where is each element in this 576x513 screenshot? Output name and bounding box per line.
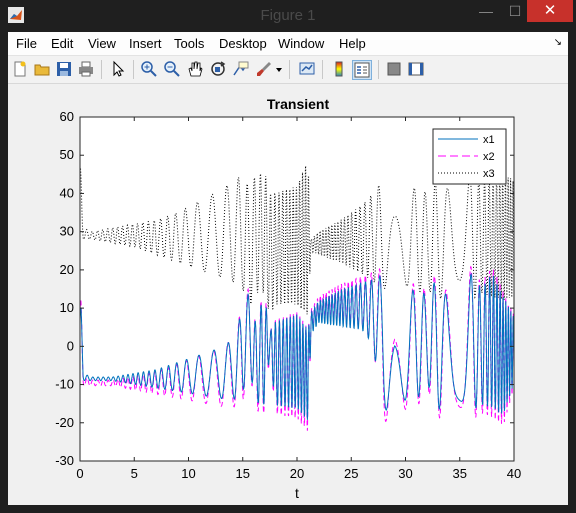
x-axis-label: t [295,485,299,501]
colorbar-icon[interactable] [330,60,348,78]
y-tick-label: 20 [60,262,74,277]
data-cursor-icon[interactable] [232,60,250,78]
y-tick-label: 40 [60,185,74,200]
open-file-icon[interactable] [33,60,51,78]
menu-tools[interactable]: Tools [174,36,204,51]
minimize-button[interactable]: — [472,0,500,22]
save-icon[interactable] [55,60,73,78]
legend-icon[interactable] [352,60,372,80]
legend-label-x1: x1 [483,134,495,146]
maximize-button[interactable]: ☐ [501,0,529,22]
y-tick-label: 0 [67,338,74,353]
x-tick-label: 5 [131,466,138,481]
legend-label-x2: x2 [483,151,495,163]
menu-insert[interactable]: Insert [129,36,162,51]
y-tick-label: 30 [60,224,74,239]
x-tick-label: 15 [236,466,250,481]
x-tick-label: 35 [453,466,467,481]
hide-plot-tools-icon[interactable] [385,60,403,78]
title-bar[interactable]: Figure 1 — ☐ ✕ [0,0,576,30]
zoom-in-icon[interactable] [140,60,158,78]
pan-icon[interactable] [186,60,204,78]
menu-bar: File Edit View Insert Tools Desktop Wind… [8,32,568,56]
y-tick-label: -20 [55,415,74,430]
toolbar-separator [133,60,134,79]
show-plot-tools-icon[interactable] [407,60,425,78]
menu-view[interactable]: View [88,36,116,51]
y-tick-label: -30 [55,453,74,468]
toolbar-separator [101,60,102,79]
y-tick-label: 50 [60,147,74,162]
x-tick-label: 40 [507,466,521,481]
toolbar-separator [378,60,379,79]
toolbar-separator [322,60,323,79]
new-figure-icon[interactable] [11,60,29,78]
chart-title: Transient [267,96,330,112]
figure-area: Transient 0 5 10 15 20 25 30 35 40 -30 -20 -10 0 10 20… [8,84,568,505]
link-plot-icon[interactable] [298,60,316,78]
toolbar-separator [289,60,290,79]
x-tick-label: 0 [76,466,83,481]
legend-label-x3: x3 [483,168,495,180]
figure-window: Figure 1 — ☐ ✕ File Edit View Insert Too… [0,0,576,513]
pointer-icon[interactable] [109,60,127,78]
dock-arrow-icon[interactable]: ↘ [554,37,562,48]
legend[interactable]: x1 x2 x3 [432,128,507,185]
print-icon[interactable] [77,60,95,78]
close-button[interactable]: ✕ [527,0,573,22]
figure-toolbar [8,56,568,84]
y-tick-label: 60 [60,109,74,124]
menu-window[interactable]: Window [278,36,324,51]
brush-dropdown-icon[interactable] [274,60,284,78]
menu-desktop[interactable]: Desktop [219,36,267,51]
x-tick-label: 10 [181,466,195,481]
menu-edit[interactable]: Edit [51,36,73,51]
x-tick-label: 20 [290,466,304,481]
menu-file[interactable]: File [16,36,37,51]
menu-help[interactable]: Help [339,36,366,51]
y-tick-label: 10 [60,300,74,315]
zoom-out-icon[interactable] [163,60,181,78]
x-tick-label: 25 [344,466,358,481]
y-tick-label: -10 [55,377,74,392]
x-tick-label: 30 [398,466,412,481]
brush-icon[interactable] [255,60,273,78]
chart[interactable]: Transient 0 5 10 15 20 25 30 35 40 -30 -20 -10 0 10 20… [8,84,568,505]
rotate-icon[interactable] [209,60,227,78]
